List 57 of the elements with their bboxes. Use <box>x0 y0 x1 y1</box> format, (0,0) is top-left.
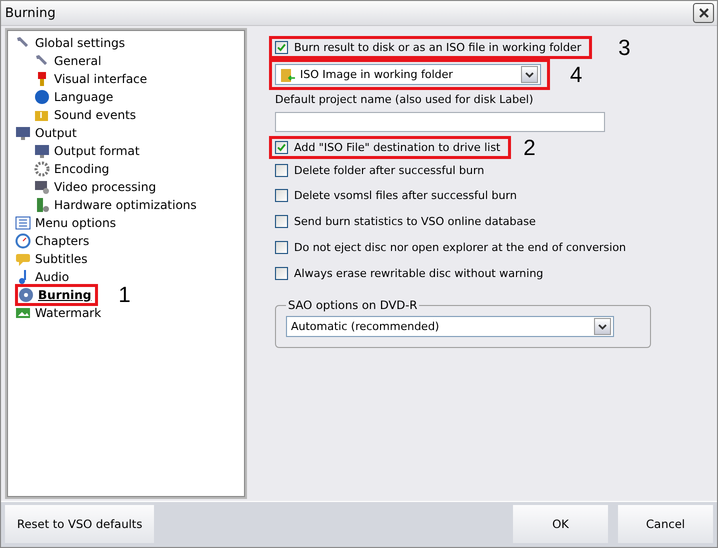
cancel-button[interactable]: Cancel <box>618 505 713 543</box>
tree-item[interactable]: Hardware optimizations <box>34 197 197 213</box>
tree-item[interactable]: General <box>34 53 102 69</box>
folder-icon <box>280 66 296 82</box>
caret-icon <box>598 324 607 330</box>
monitor-icon <box>34 143 50 159</box>
caret-icon <box>525 72 534 78</box>
checkbox[interactable] <box>275 188 288 202</box>
tree-item[interactable]: Menu options <box>15 215 116 231</box>
tree-item[interactable]: Sound events <box>34 107 136 123</box>
callout-number: 4 <box>570 64 582 86</box>
group-title: SAO options on DVD-R <box>287 298 418 312</box>
callout-number: 1 <box>118 284 131 306</box>
destination-dropdown[interactable]: ISO Image in working folder <box>275 64 541 85</box>
tree-item[interactable]: Global settings <box>15 35 125 51</box>
checkbox-option[interactable]: Do not eject disc nor open explorer at the end of conversion <box>275 240 626 254</box>
tree-item[interactable]: Encoding <box>34 161 110 177</box>
tree-item[interactable]: Watermark <box>15 305 102 321</box>
ok-button[interactable]: OK <box>513 505 608 543</box>
checkbox[interactable] <box>275 266 288 280</box>
sao-dropdown[interactable]: Automatic (recommended) <box>286 316 614 337</box>
checkbox-option[interactable]: Delete vsomsl files after successful burn <box>275 188 517 202</box>
checkbox-option[interactable]: Delete folder after successful burn <box>275 164 484 177</box>
tree-item[interactable]: Visual interface <box>34 71 148 87</box>
tree-item[interactable]: Output <box>15 125 77 141</box>
clock-icon <box>15 233 31 249</box>
monitor-icon <box>15 125 31 141</box>
field-label: Default project name (also used for disk Label) <box>275 92 534 106</box>
globe-icon <box>34 89 50 105</box>
tree-item[interactable]: Subtitles <box>15 251 88 267</box>
tree-item[interactable]: Burning <box>18 287 92 303</box>
checkbox-option[interactable]: Always erase rewritable disc without warning <box>275 266 544 280</box>
checkbox-option[interactable]: Burn result to disk or as an ISO file in working folder <box>275 41 582 54</box>
checkbox-option[interactable]: Add "ISO File" destination to drive list <box>275 141 500 154</box>
tree-item[interactable]: Video processing <box>34 179 156 195</box>
callout-number: 2 <box>523 136 536 158</box>
tree-item[interactable]: Chapters <box>15 233 90 249</box>
tree-item[interactable]: Audio <box>15 269 70 285</box>
checkbox[interactable] <box>275 164 288 177</box>
checkbox[interactable] <box>275 41 288 54</box>
tree-item[interactable]: Language <box>34 89 114 105</box>
window-title: Burning <box>5 6 56 20</box>
monitor-icon <box>34 179 50 195</box>
checkbox[interactable] <box>275 240 288 254</box>
reset-button[interactable]: Reset to VSO defaults <box>5 505 154 543</box>
callout-number: 3 <box>618 36 630 58</box>
speech-icon <box>15 251 31 267</box>
list-icon <box>15 215 31 231</box>
disc-icon <box>18 287 34 303</box>
project-name-field[interactable] <box>275 112 605 132</box>
close-button[interactable] <box>693 3 714 23</box>
checkbox[interactable] <box>275 141 288 154</box>
close-icon <box>698 8 708 18</box>
picture-icon <box>15 305 31 321</box>
tree-item[interactable]: Output format <box>34 143 140 159</box>
checkbox[interactable] <box>275 214 288 228</box>
checkbox-option[interactable]: Send burn statistics to VSO online database <box>275 214 536 228</box>
